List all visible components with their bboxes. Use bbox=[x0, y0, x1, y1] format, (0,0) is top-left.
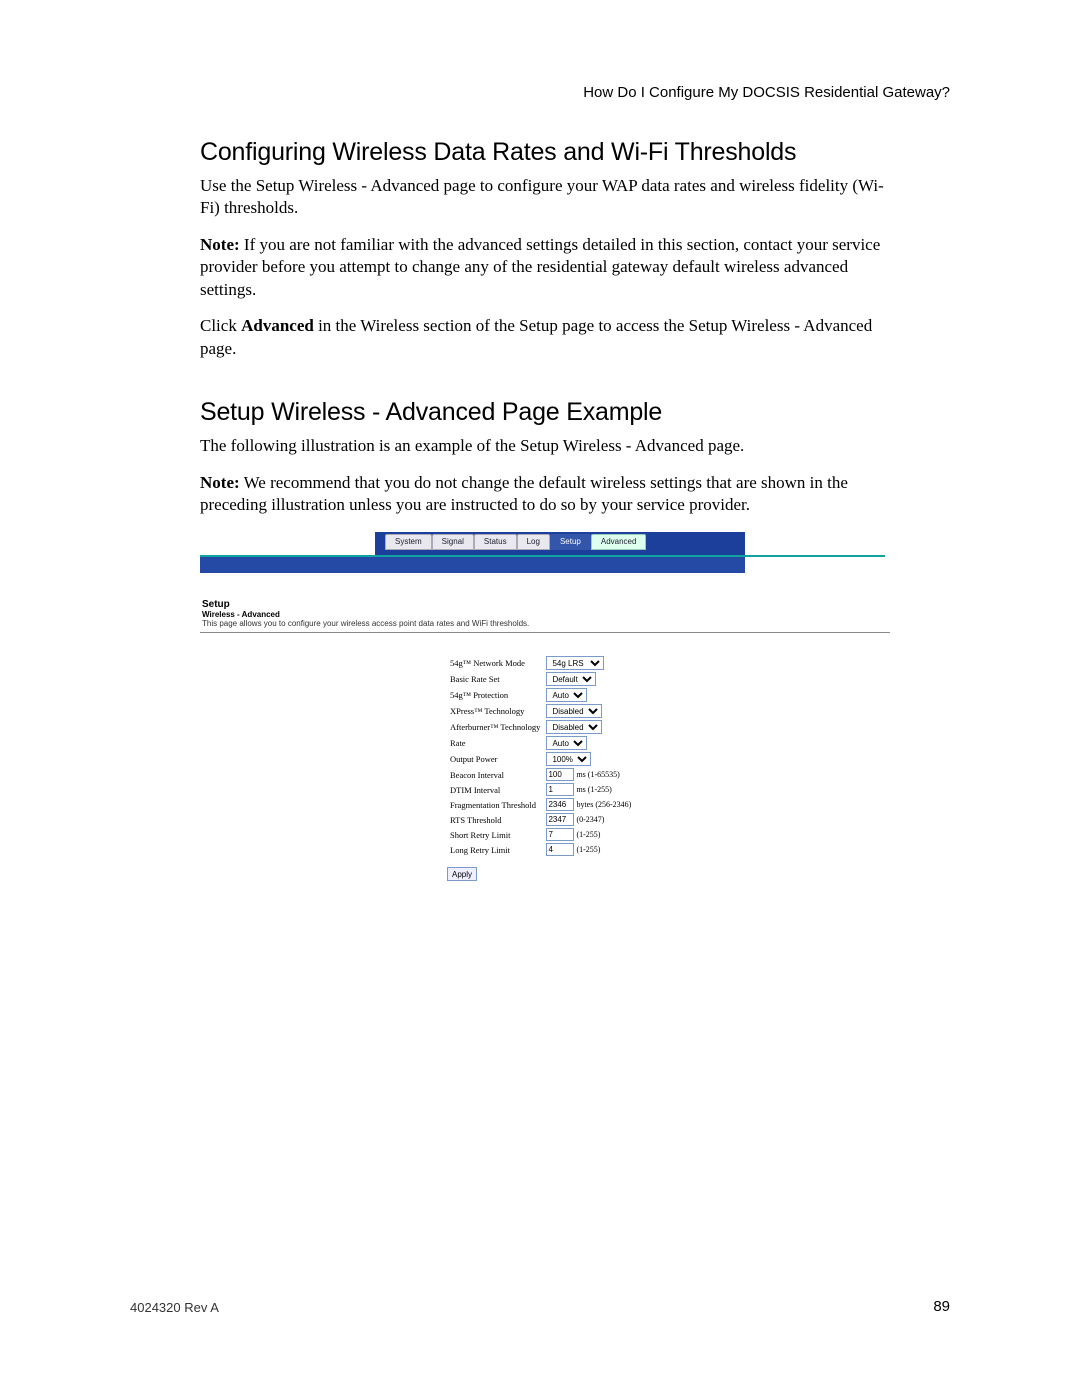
p3-bold: Advanced bbox=[241, 316, 314, 335]
ui-input-hint: bytes (256-2346) bbox=[574, 800, 631, 809]
ui-row-label: RTS Threshold bbox=[447, 812, 543, 827]
ui-row-control: (1-255) bbox=[543, 842, 634, 857]
ui-row-label: Basic Rate Set bbox=[447, 671, 543, 687]
section-1-paragraph-1: Use the Setup Wireless - Advanced page t… bbox=[200, 175, 890, 220]
ui-row-label: Output Power bbox=[447, 751, 543, 767]
ui-form-row: RateAuto bbox=[447, 735, 634, 751]
ui-row-control: Disabled bbox=[543, 719, 634, 735]
ui-form: 54g™ Network Mode54g LRSBasic Rate SetDe… bbox=[447, 655, 890, 881]
section-1-note: Note: If you are not familiar with the a… bbox=[200, 234, 890, 301]
ui-input[interactable] bbox=[546, 783, 574, 796]
ui-row-control: (0-2347) bbox=[543, 812, 634, 827]
ui-row-label: 54g™ Network Mode bbox=[447, 655, 543, 671]
section-2-note: Note: We recommend that you do not chang… bbox=[200, 472, 890, 517]
running-header: How Do I Configure My DOCSIS Residential… bbox=[583, 84, 950, 101]
ui-form-row: 54g™ Network Mode54g LRS bbox=[447, 655, 634, 671]
footer-right: 89 bbox=[933, 1298, 950, 1315]
ui-row-control: bytes (256-2346) bbox=[543, 797, 634, 812]
ui-row-control: Auto bbox=[543, 687, 634, 703]
ui-row-control: 54g LRS bbox=[543, 655, 634, 671]
section-2-title: Setup Wireless - Advanced Page Example bbox=[200, 398, 890, 427]
note-body-2: We recommend that you do not change the … bbox=[200, 473, 848, 514]
ui-form-row: Short Retry Limit (1-255) bbox=[447, 827, 634, 842]
ui-tab-setup[interactable]: Setup bbox=[550, 534, 591, 550]
page-content: Configuring Wireless Data Rates and Wi-F… bbox=[200, 138, 890, 881]
ui-input-hint: (0-2347) bbox=[574, 815, 604, 824]
section-1-title: Configuring Wireless Data Rates and Wi-F… bbox=[200, 138, 890, 167]
ui-select[interactable]: Default bbox=[546, 672, 596, 686]
ui-input-hint: (1-255) bbox=[574, 845, 600, 854]
section-1-paragraph-3: Click Advanced in the Wireless section o… bbox=[200, 315, 890, 360]
ui-row-label: Fragmentation Threshold bbox=[447, 797, 543, 812]
ui-input[interactable] bbox=[546, 813, 574, 826]
ui-tab-system[interactable]: System bbox=[385, 534, 432, 550]
ui-form-row: Long Retry Limit (1-255) bbox=[447, 842, 634, 857]
ui-input-hint: ms (1-255) bbox=[574, 785, 611, 794]
ui-row-label: Long Retry Limit bbox=[447, 842, 543, 857]
ui-input[interactable] bbox=[546, 798, 574, 811]
ui-page-title-block: Setup Wireless - Advanced This page allo… bbox=[202, 599, 890, 628]
ui-select[interactable]: 100% bbox=[546, 752, 591, 766]
ui-select[interactable]: Disabled bbox=[546, 720, 602, 734]
ui-tab-status[interactable]: Status bbox=[474, 534, 517, 550]
ui-tab-signal[interactable]: Signal bbox=[432, 534, 474, 550]
ui-bluebar bbox=[200, 557, 745, 573]
ui-form-row: Fragmentation Threshold bytes (256-2346) bbox=[447, 797, 634, 812]
ui-page-desc: This page allows you to configure your w… bbox=[202, 619, 890, 628]
footer-left: 4024320 Rev A bbox=[130, 1300, 219, 1315]
ui-select[interactable]: Auto bbox=[546, 688, 587, 702]
ui-tab-advanced[interactable]: Advanced bbox=[591, 534, 647, 550]
ui-row-control: (1-255) bbox=[543, 827, 634, 842]
p3-part-a: Click bbox=[200, 316, 241, 335]
ui-input-hint: ms (1-65535) bbox=[574, 770, 619, 779]
ui-row-label: 54g™ Protection bbox=[447, 687, 543, 703]
ui-row-control: 100% bbox=[543, 751, 634, 767]
ui-row-control: ms (1-65535) bbox=[543, 767, 634, 782]
ui-form-table: 54g™ Network Mode54g LRSBasic Rate SetDe… bbox=[447, 655, 634, 857]
ui-row-control: Auto bbox=[543, 735, 634, 751]
ui-row-label: Short Retry Limit bbox=[447, 827, 543, 842]
ui-topbar: SystemSignalStatusLogSetupAdvanced bbox=[375, 532, 745, 557]
ui-horizontal-rule bbox=[200, 632, 890, 633]
section-2-paragraph-1: The following illustration is an example… bbox=[200, 435, 890, 457]
ui-form-row: Afterburner™ TechnologyDisabled bbox=[447, 719, 634, 735]
ui-tab-log[interactable]: Log bbox=[517, 534, 550, 550]
ui-input[interactable] bbox=[546, 828, 574, 841]
ui-form-row: Beacon Interval ms (1-65535) bbox=[447, 767, 634, 782]
ui-row-control: Disabled bbox=[543, 703, 634, 719]
ui-row-label: Rate bbox=[447, 735, 543, 751]
ui-select[interactable]: 54g LRS bbox=[546, 656, 604, 670]
ui-form-row: XPress™ TechnologyDisabled bbox=[447, 703, 634, 719]
ui-input[interactable] bbox=[546, 843, 574, 856]
ui-row-label: Afterburner™ Technology bbox=[447, 719, 543, 735]
ui-tabs: SystemSignalStatusLogSetupAdvanced bbox=[385, 534, 646, 550]
ui-page-heading: Setup bbox=[202, 599, 890, 610]
note-label-2: Note: bbox=[200, 473, 240, 492]
ui-select[interactable]: Auto bbox=[546, 736, 587, 750]
ui-form-row: DTIM Interval ms (1-255) bbox=[447, 782, 634, 797]
ui-input-hint: (1-255) bbox=[574, 830, 600, 839]
ui-row-control: ms (1-255) bbox=[543, 782, 634, 797]
ui-form-row: Output Power100% bbox=[447, 751, 634, 767]
ui-row-label: XPress™ Technology bbox=[447, 703, 543, 719]
ui-form-row: 54g™ ProtectionAuto bbox=[447, 687, 634, 703]
ui-form-row: RTS Threshold (0-2347) bbox=[447, 812, 634, 827]
note-body: If you are not familiar with the advance… bbox=[200, 235, 880, 299]
ui-row-label: DTIM Interval bbox=[447, 782, 543, 797]
note-label: Note: bbox=[200, 235, 240, 254]
router-ui-illustration: SystemSignalStatusLogSetupAdvanced Setup… bbox=[200, 532, 890, 881]
teal-stripe bbox=[200, 555, 885, 557]
ui-row-control: Default bbox=[543, 671, 634, 687]
ui-page-sub: Wireless - Advanced bbox=[202, 610, 890, 619]
apply-button[interactable]: Apply bbox=[447, 867, 477, 881]
ui-select[interactable]: Disabled bbox=[546, 704, 602, 718]
ui-form-row: Basic Rate SetDefault bbox=[447, 671, 634, 687]
ui-row-label: Beacon Interval bbox=[447, 767, 543, 782]
ui-input[interactable] bbox=[546, 768, 574, 781]
